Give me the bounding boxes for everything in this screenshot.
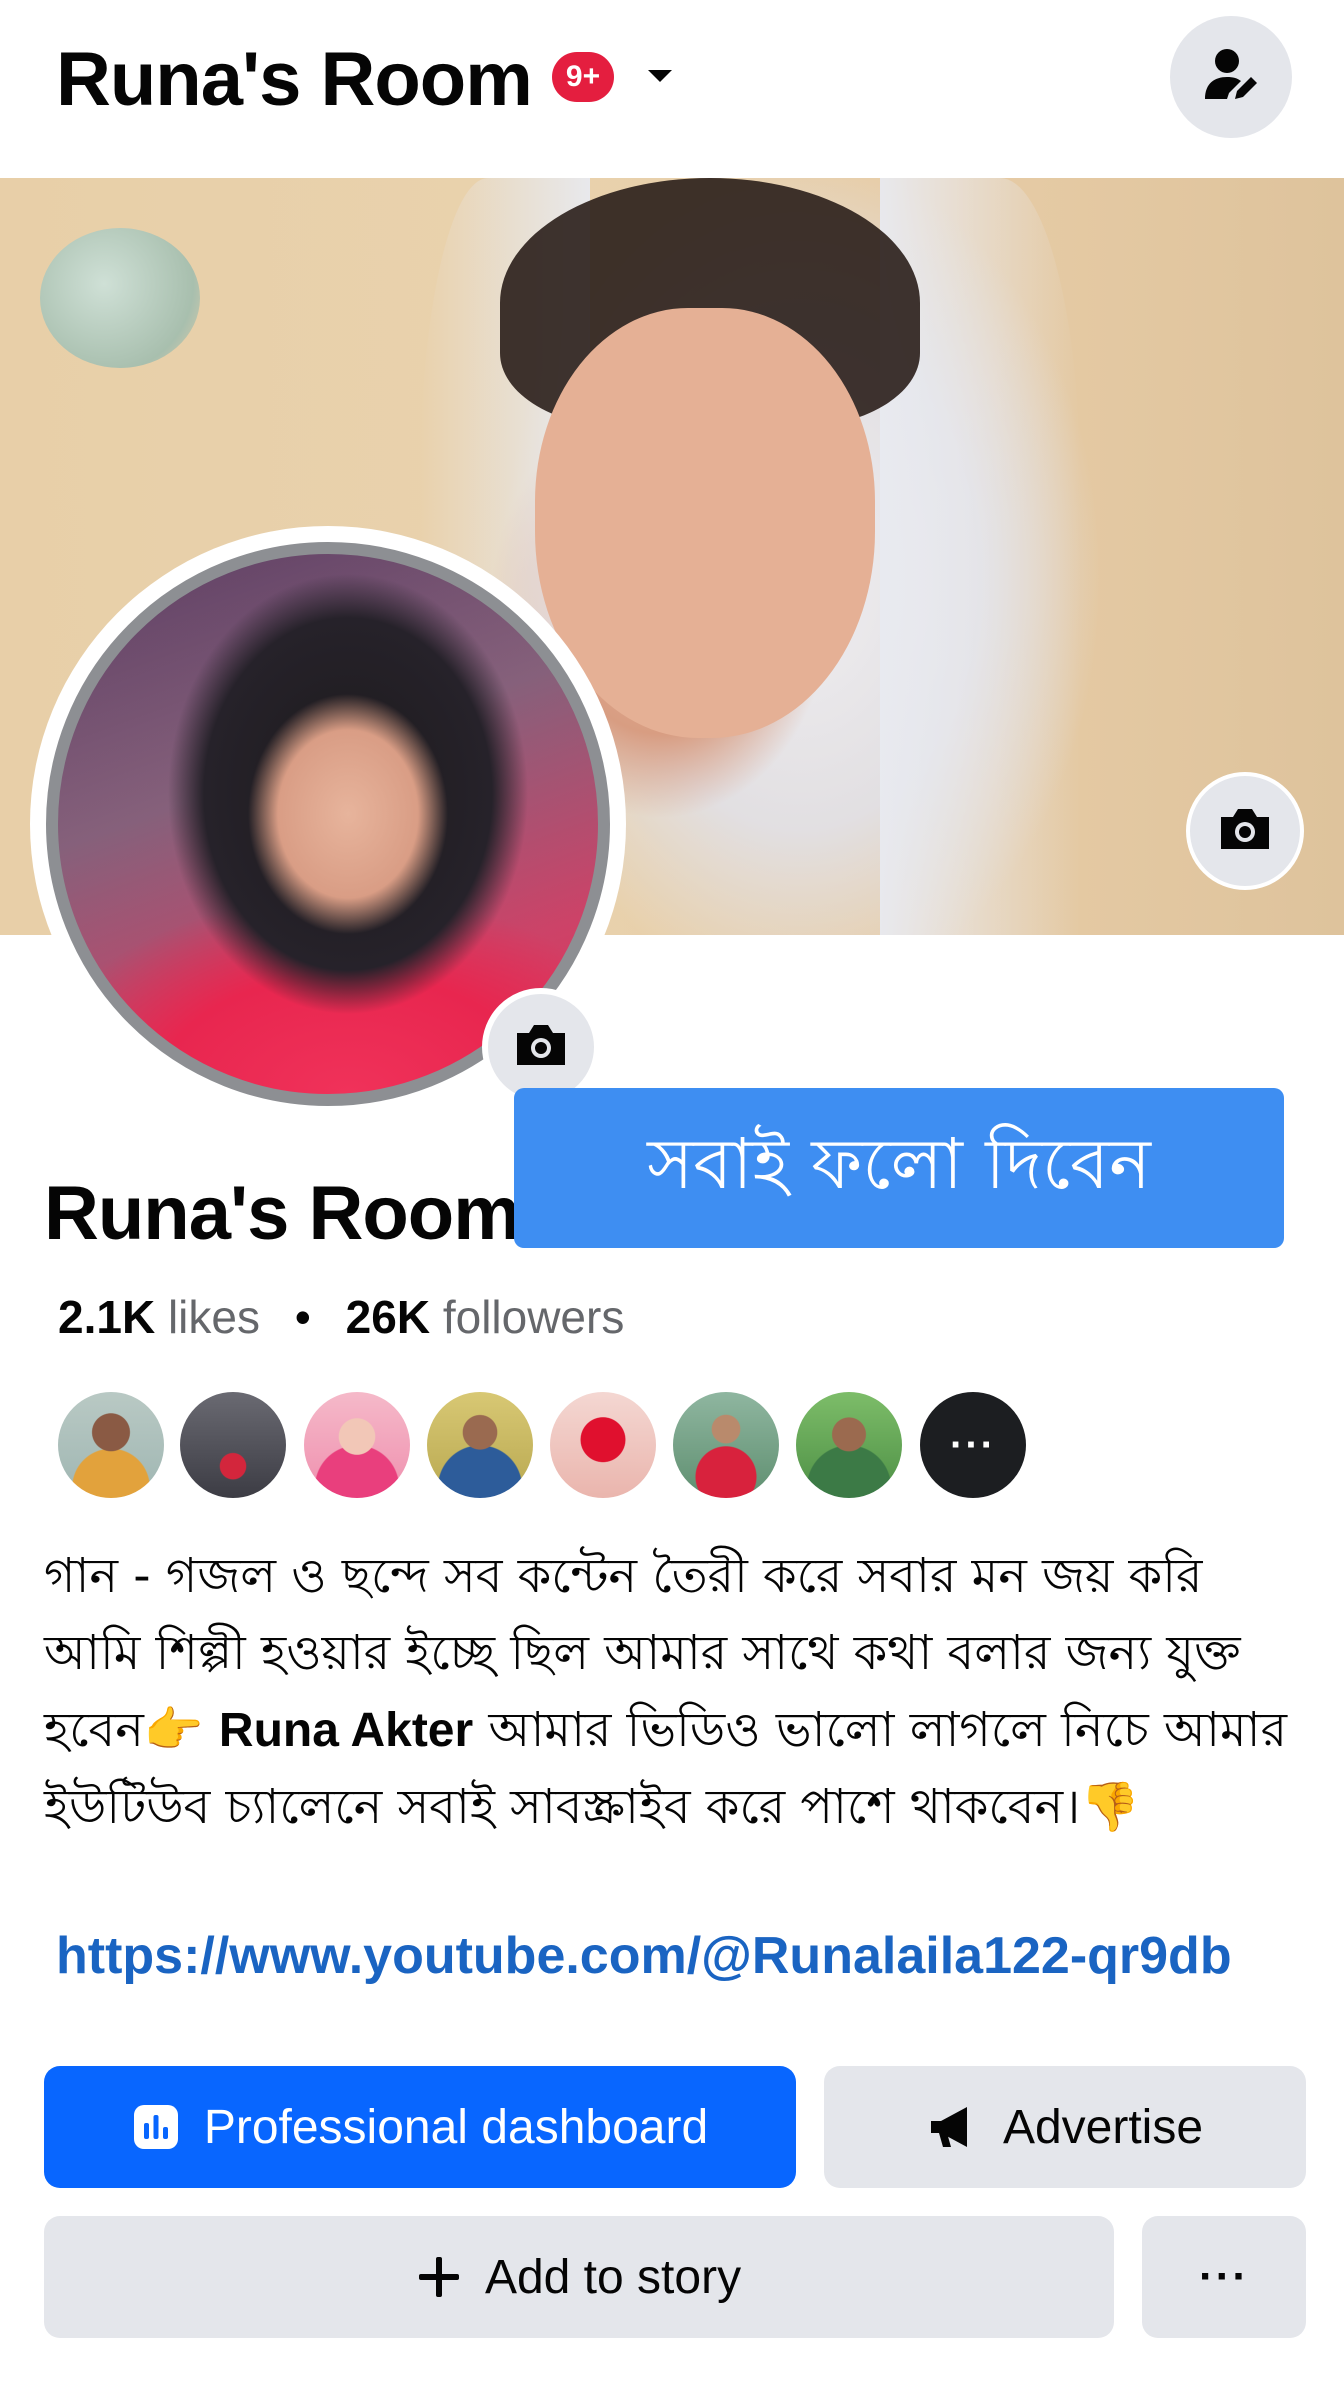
notification-badge[interactable]: 9+	[552, 52, 614, 102]
bio-mention-link[interactable]: Runa Akter	[219, 1704, 473, 1757]
switch-profile-button[interactable]	[1170, 16, 1292, 138]
professional-dashboard-button[interactable]: Professional dashboard	[44, 2066, 796, 2188]
advertise-label: Advertise	[1002, 2100, 1204, 2154]
advertise-button[interactable]: Advertise	[824, 2066, 1306, 2188]
followers-label: followers	[442, 1291, 625, 1343]
plus-icon	[417, 2255, 461, 2299]
follower-avatar[interactable]	[58, 1392, 164, 1498]
follower-avatar[interactable]	[673, 1392, 779, 1498]
megaphone-icon	[927, 2103, 979, 2151]
page-bio: গান - গজল ও ছন্দে সব কন্টেন তৈরী করে সবা…	[44, 1538, 1304, 1846]
camera-icon	[513, 1021, 569, 1074]
page-name: Runa's Room	[44, 1171, 521, 1256]
follow-request-banner: সবাই ফলো দিবেন	[514, 1088, 1284, 1248]
cover-balloon-decoration	[40, 228, 200, 368]
likes-label: likes	[167, 1291, 260, 1343]
add-to-story-button[interactable]: Add to story	[44, 2216, 1114, 2338]
add-to-story-label: Add to story	[484, 2250, 742, 2304]
person-edit-icon	[1199, 43, 1263, 112]
page-switcher-title[interactable]: Runa's Room	[56, 36, 533, 123]
camera-icon	[1217, 805, 1273, 858]
page-stats[interactable]: 2.1K likes • 26K followers	[58, 1290, 624, 1344]
follower-avatar[interactable]	[550, 1392, 656, 1498]
more-followers-button[interactable]: ···	[920, 1392, 1026, 1498]
dashboard-chart-icon	[132, 2103, 180, 2151]
follower-avatar[interactable]	[427, 1392, 533, 1498]
follower-avatar[interactable]	[180, 1392, 286, 1498]
follower-avatar[interactable]	[304, 1392, 410, 1498]
professional-dashboard-label: Professional dashboard	[203, 2100, 709, 2154]
likes-count: 2.1K	[58, 1291, 156, 1343]
followers-count: 26K	[345, 1291, 431, 1343]
more-icon: ···	[1199, 2252, 1249, 2301]
stats-separator: •	[294, 1291, 311, 1343]
cover-face	[535, 308, 875, 738]
youtube-link[interactable]: https://www.youtube.com/@Runalaila122-qr…	[56, 1926, 1232, 1986]
follower-avatar[interactable]	[796, 1392, 902, 1498]
more-options-button[interactable]: ···	[1142, 2216, 1306, 2338]
chevron-down-icon[interactable]	[642, 58, 678, 94]
edit-cover-button[interactable]	[1186, 772, 1304, 890]
